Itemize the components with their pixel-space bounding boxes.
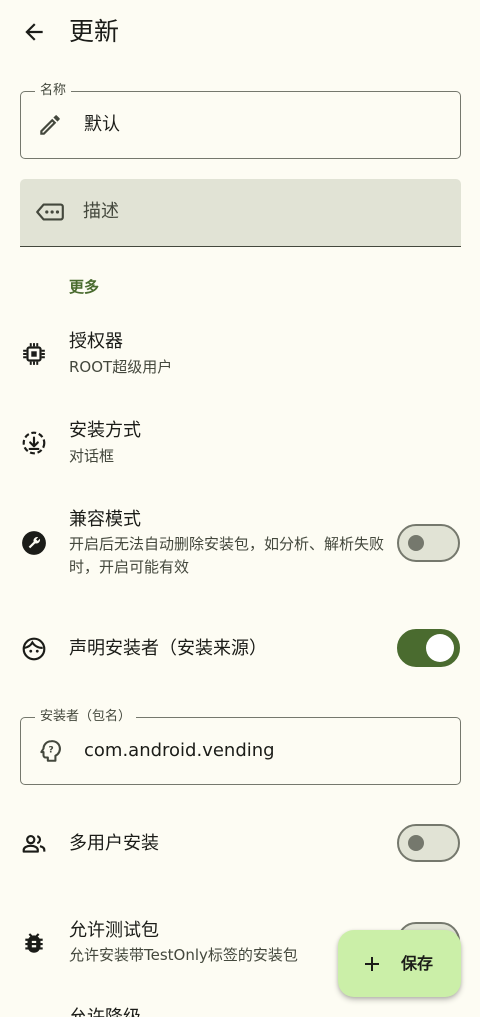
- back-button[interactable]: [14, 12, 54, 52]
- switch-knob: [408, 835, 424, 851]
- setting-authorizer-subtitle: ROOT超级用户: [69, 358, 173, 376]
- chip-icon: [21, 341, 47, 367]
- setting-install-method-title: 安装方式: [69, 420, 141, 441]
- question-head-icon: ?: [37, 738, 63, 764]
- setting-multi-user[interactable]: 多用户安装: [0, 817, 480, 871]
- arrow-back-icon: [21, 19, 47, 45]
- setting-authorizer[interactable]: 授权器 ROOT超级用户: [0, 322, 480, 384]
- name-field-label: 名称: [35, 83, 72, 99]
- compat-mode-switch[interactable]: [397, 524, 460, 562]
- section-header-more: 更多: [69, 278, 100, 296]
- setting-allow-downgrade[interactable]: 允许降级: [0, 1005, 480, 1017]
- setting-install-method[interactable]: 安装方式 对话框: [0, 411, 480, 473]
- setting-compat-mode-title: 兼容模式: [69, 509, 141, 530]
- installer-package-field[interactable]: 安装者（包名） ? com.android.vending: [20, 709, 461, 785]
- update-config-screen: 更新 名称 默认 描述 更多 授权器 ROOT超级用户 安装方式 对话框 兼容模…: [0, 0, 480, 1017]
- save-button[interactable]: 保存: [338, 930, 461, 997]
- multi-user-switch[interactable]: [397, 824, 460, 862]
- face-icon: [21, 636, 47, 662]
- setting-install-method-subtitle: 对话框: [69, 447, 115, 465]
- switch-knob: [408, 535, 424, 551]
- name-field-value: 默认: [84, 114, 120, 135]
- installer-package-label: 安装者（包名）: [35, 709, 137, 725]
- setting-allow-test-title: 允许测试包: [69, 920, 159, 941]
- description-field-placeholder: 描述: [83, 201, 119, 222]
- label-more-icon: [34, 199, 66, 225]
- top-app-bar: 更新: [0, 0, 480, 64]
- download-circle-icon: [21, 430, 47, 456]
- setting-authorizer-title: 授权器: [69, 331, 123, 352]
- setting-declare-installer[interactable]: 声明安装者（安装来源）: [0, 622, 480, 676]
- people-icon: [21, 831, 47, 857]
- wrench-icon: [21, 530, 47, 556]
- installer-package-value: com.android.vending: [84, 740, 275, 761]
- name-field[interactable]: 名称 默认: [20, 83, 461, 159]
- setting-multi-user-title: 多用户安装: [69, 833, 159, 854]
- bug-icon: [21, 930, 47, 956]
- save-button-label: 保存: [401, 954, 434, 973]
- setting-declare-installer-title: 声明安装者（安装来源）: [69, 638, 267, 659]
- svg-text:?: ?: [48, 745, 53, 756]
- setting-compat-mode[interactable]: 兼容模式 开启后无法自动删除安装包，如分析、解析失败时，开启可能有效: [0, 500, 480, 586]
- plus-icon: [360, 952, 384, 976]
- setting-allow-downgrade-title: 允许降级: [69, 1005, 141, 1017]
- page-title: 更新: [69, 17, 120, 46]
- setting-compat-mode-subtitle: 开启后无法自动删除安装包，如分析、解析失败时，开启可能有效: [69, 535, 385, 576]
- declare-installer-switch[interactable]: [397, 629, 460, 667]
- description-field[interactable]: 描述: [20, 179, 461, 247]
- switch-knob: [426, 634, 454, 662]
- pencil-icon: [37, 112, 63, 138]
